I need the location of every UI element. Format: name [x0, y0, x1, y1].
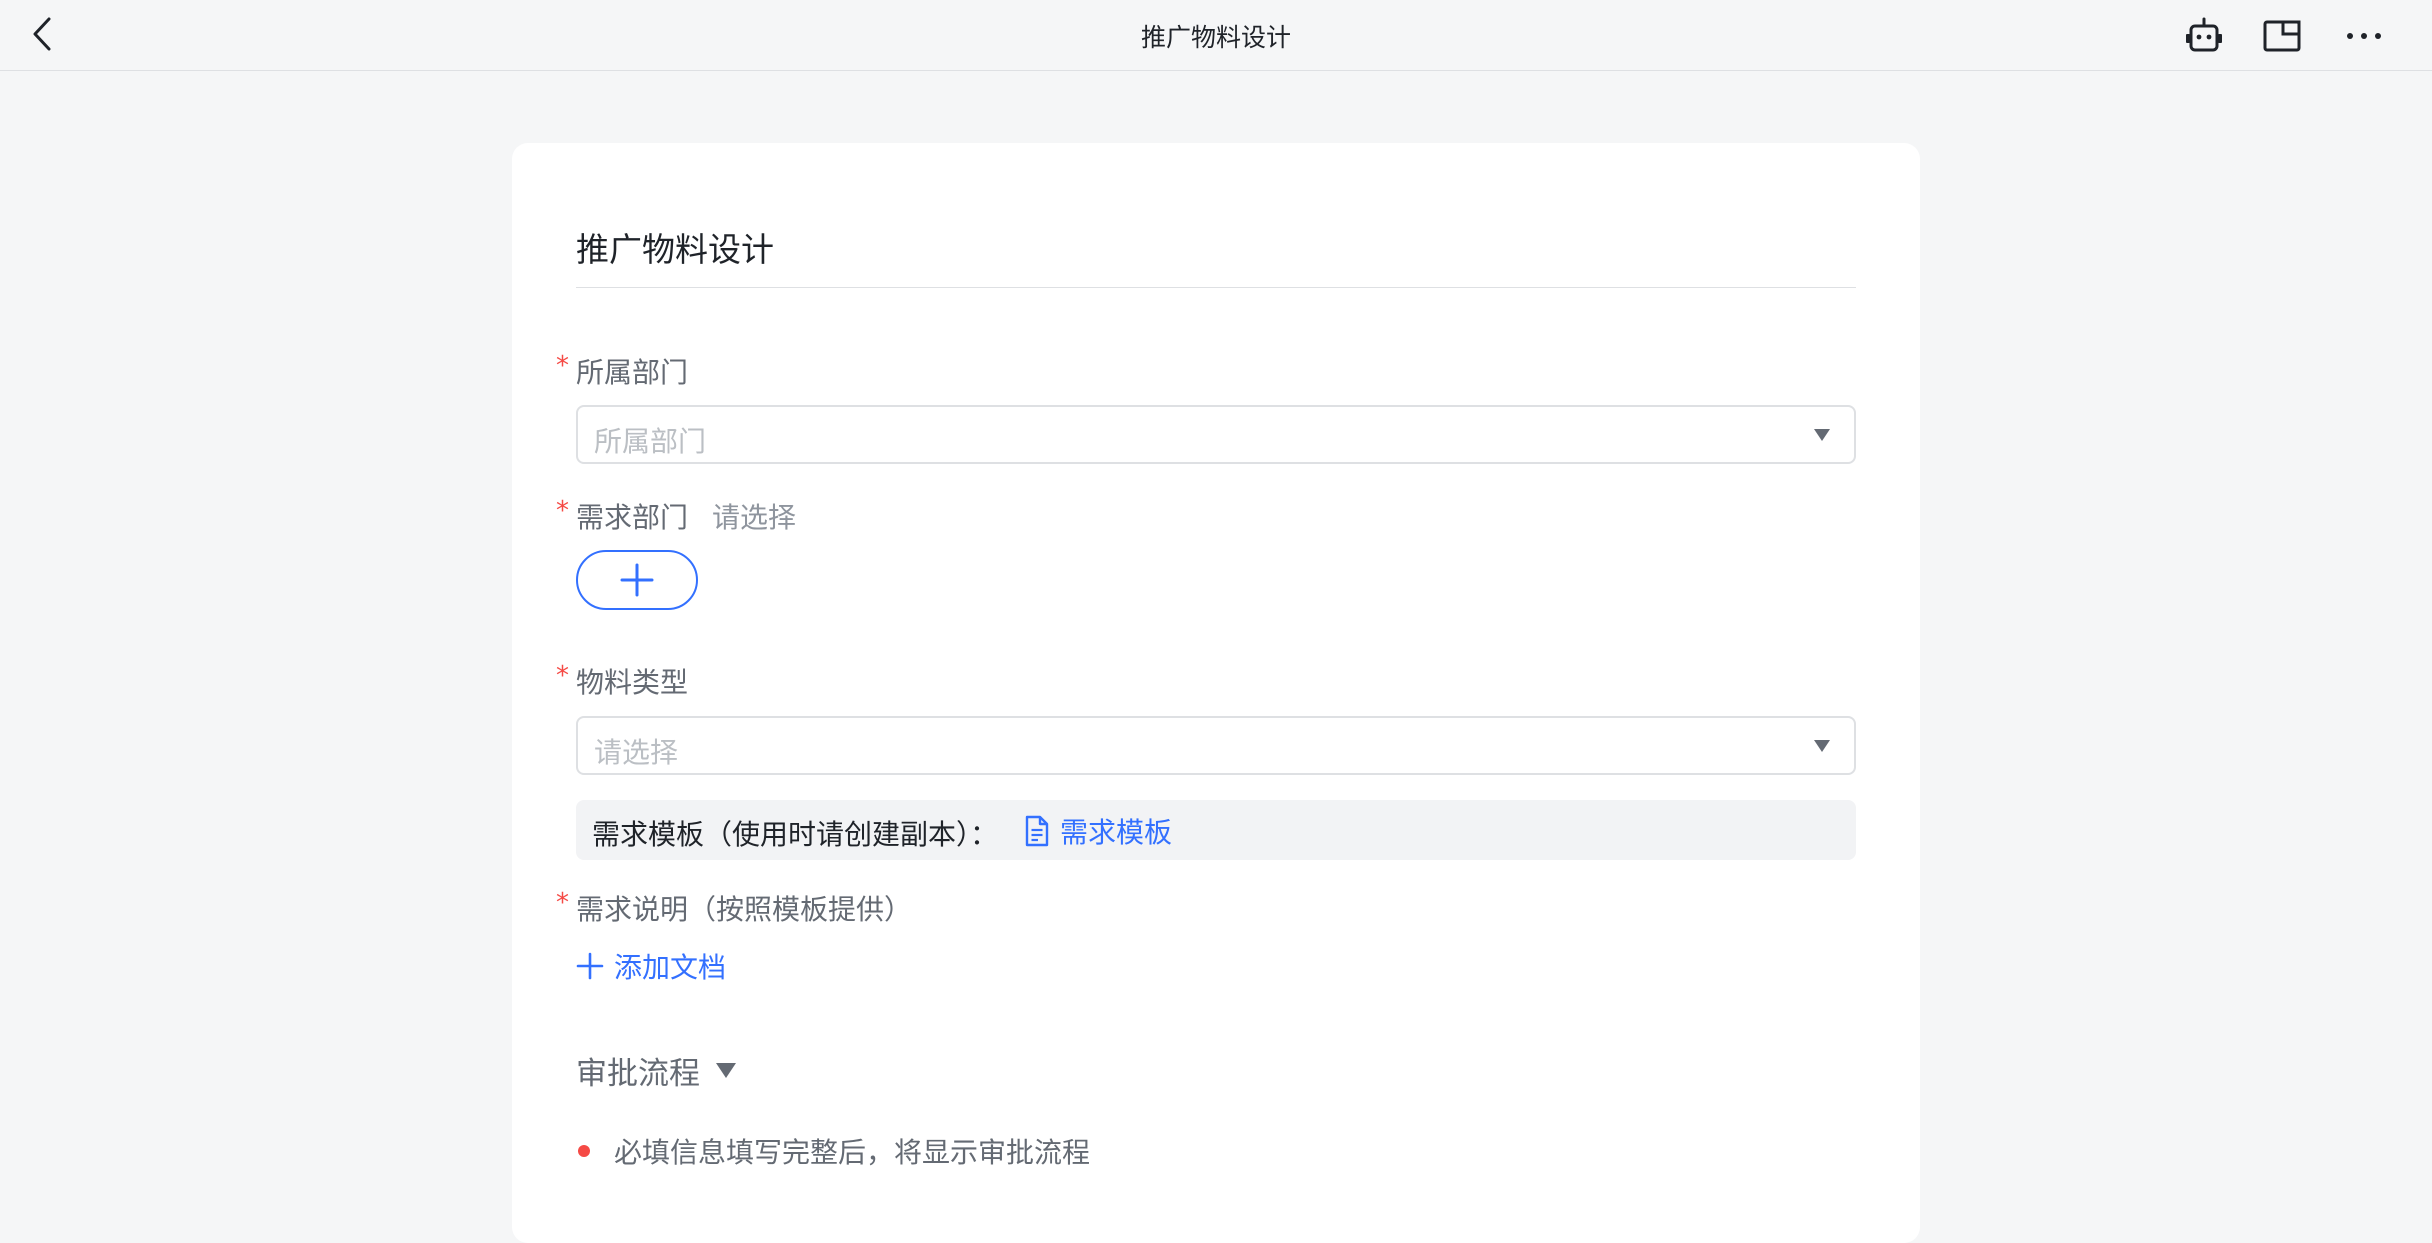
document-icon — [1025, 815, 1049, 847]
approval-notice-text: 必填信息填写完整后，将显示审批流程 — [614, 1136, 1091, 1169]
red-dot-icon — [578, 1145, 590, 1157]
department-select[interactable]: 所属部门 — [576, 405, 1856, 464]
add-document-button[interactable]: 添加文档 — [576, 946, 726, 986]
material-type-label: 物料类型 — [576, 666, 689, 699]
window-icon — [2263, 20, 2301, 52]
caret-down-icon — [1814, 740, 1830, 752]
plus-icon — [620, 563, 654, 597]
demand-department-label: 需求部门 — [576, 501, 689, 534]
top-bar: 推广物料设计 — [0, 0, 2432, 71]
template-text: 需求模板（使用时请创建副本）： — [592, 818, 999, 851]
required-mark: * — [556, 888, 569, 918]
add-document-label: 添加文档 — [614, 951, 727, 984]
required-mark: * — [556, 351, 569, 381]
required-mark: * — [556, 496, 569, 526]
template-link[interactable]: 需求模板 — [1024, 811, 1172, 851]
approval-title: 审批流程 — [576, 1056, 700, 1092]
material-type-select[interactable]: 请选择 — [576, 716, 1856, 775]
robot-icon — [2186, 17, 2222, 52]
more-button[interactable] — [2342, 14, 2386, 58]
approval-notice: 必填信息填写完整后，将显示审批流程 — [576, 1131, 1090, 1171]
template-bar: 需求模板（使用时请创建副本）： 需求模板 — [576, 800, 1856, 860]
form-card: 推广物料设计 * 所属部门 所属部门 * 需求部门 请选择 * 物料类型 请选择… — [512, 143, 1920, 1243]
window-button[interactable] — [2260, 14, 2304, 58]
more-icon — [2347, 33, 2381, 39]
department-label: 所属部门 — [576, 356, 689, 389]
title-divider — [576, 287, 1856, 288]
description-label: 需求说明（按照模板提供） — [576, 893, 913, 926]
required-mark: * — [556, 661, 569, 691]
material-type-placeholder: 请选择 — [594, 736, 679, 769]
demand-department-hint: 请选择 — [712, 501, 797, 534]
robot-button[interactable] — [2182, 14, 2226, 58]
department-placeholder: 所属部门 — [594, 425, 707, 458]
approval-section-toggle[interactable]: 审批流程 — [576, 1048, 736, 1093]
demand-department-label-row: * 需求部门 — [556, 496, 689, 536]
caret-down-icon — [716, 1063, 736, 1078]
plus-icon — [576, 952, 604, 980]
department-label-row: * 所属部门 — [556, 351, 689, 391]
form-title: 推广物料设计 — [576, 230, 774, 269]
page-title: 推广物料设计 — [1140, 23, 1291, 52]
template-link-label: 需求模板 — [1060, 816, 1173, 849]
caret-down-icon — [1814, 429, 1830, 441]
add-demand-department-button[interactable] — [576, 550, 698, 610]
description-label-row: * 需求说明（按照模板提供） — [556, 888, 913, 928]
material-type-label-row: * 物料类型 — [556, 661, 689, 701]
